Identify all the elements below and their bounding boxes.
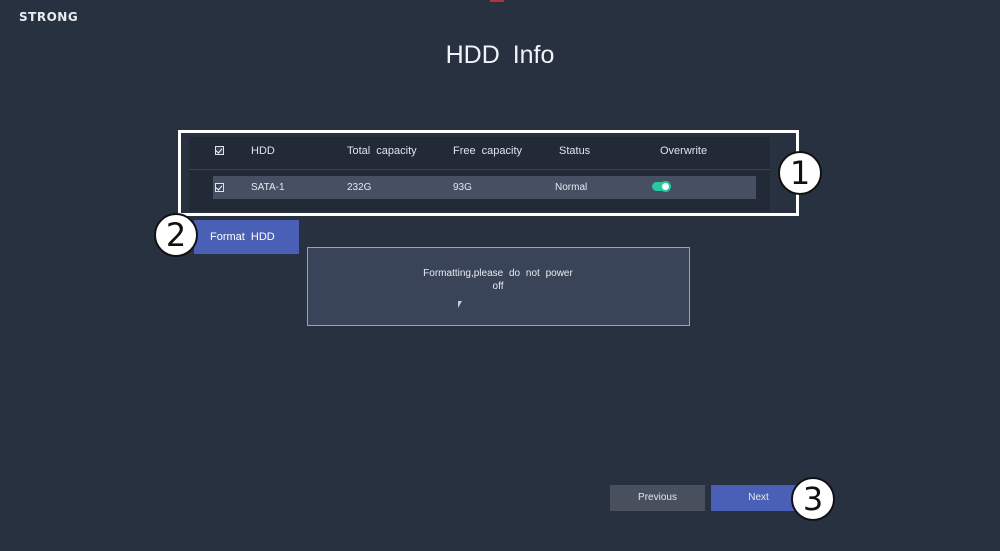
dialog-message: Formatting,please do not power off — [398, 267, 598, 293]
page-title: HDD Info — [445, 41, 555, 69]
dialog-message-line-2: off — [492, 281, 504, 292]
annotation-badge-3: 3 — [791, 477, 835, 521]
dialog-message-line-1: Formatting,please do not power — [423, 268, 573, 279]
annotation-frame — [178, 130, 799, 216]
mouse-pointer-icon — [458, 301, 462, 308]
formatting-dialog: Formatting,please do not power off — [307, 247, 690, 326]
hdd-info-screen: STRONG HDD Info HDD Total capacity Free … — [0, 0, 1000, 551]
top-marker — [490, 0, 504, 2]
brand-logo: STRONG — [19, 10, 79, 24]
annotation-badge-1: 1 — [778, 151, 822, 195]
format-hdd-button[interactable]: Format HDD — [194, 220, 299, 254]
annotation-badge-2: 2 — [154, 213, 198, 257]
previous-button[interactable]: Previous — [610, 485, 705, 511]
